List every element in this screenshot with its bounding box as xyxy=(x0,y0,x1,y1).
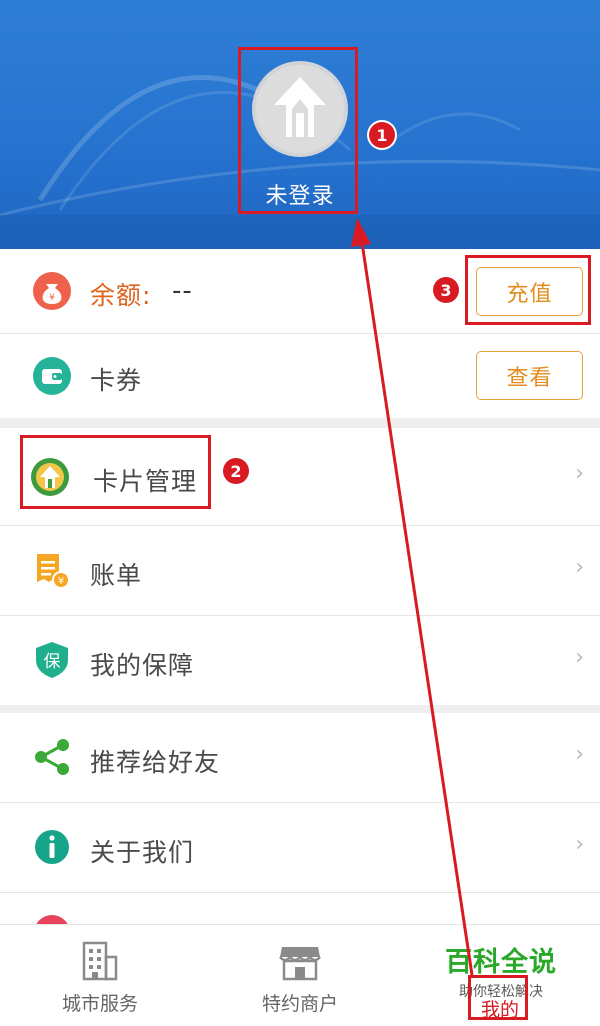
annotation-badge-1: 1 xyxy=(369,122,395,148)
chevron-right-icon: › xyxy=(575,461,584,486)
card-management-row[interactable]: 卡片管理 › xyxy=(0,428,600,525)
building-icon xyxy=(82,941,118,981)
recommend-row[interactable]: 推荐给好友 › xyxy=(0,713,600,802)
chevron-right-icon: › xyxy=(575,832,584,857)
money-bag-icon: ¥ xyxy=(33,272,71,310)
wallet-icon xyxy=(33,357,71,395)
chevron-right-icon: › xyxy=(575,555,584,580)
bank-logo-icon xyxy=(256,65,344,153)
watermark-title: 百科全说 xyxy=(445,947,557,978)
svg-text:保: 保 xyxy=(44,652,61,672)
tab-partner-merchants-label: 特约商户 xyxy=(261,993,338,1015)
tab-city-services-label: 城市服务 xyxy=(61,993,138,1015)
store-icon xyxy=(279,947,321,981)
svg-text:¥: ¥ xyxy=(58,576,64,587)
avatar[interactable] xyxy=(252,61,348,157)
share-icon xyxy=(35,739,69,775)
bill-label: 账单 xyxy=(90,561,143,590)
annotation-badge-3: 3 xyxy=(433,277,459,303)
coupon-label: 卡券 xyxy=(90,366,143,395)
bill-icon: ¥ xyxy=(37,554,70,589)
annotation-badge-2: 2 xyxy=(223,458,249,484)
recommend-label: 推荐给好友 xyxy=(90,748,221,777)
balance-value: -- xyxy=(172,276,193,306)
my-protection-label: 我的保障 xyxy=(90,651,195,680)
tab-partner-merchants[interactable]: 特约商户 xyxy=(200,925,400,1026)
chevron-right-icon: › xyxy=(575,742,584,767)
bill-row[interactable]: ¥ 账单 › xyxy=(0,526,600,615)
coupon-row[interactable]: 卡券 查看 xyxy=(0,334,600,418)
bank-card-icon xyxy=(31,458,69,496)
tab-city-services[interactable]: 城市服务 xyxy=(0,925,200,1026)
partial-row-icon xyxy=(34,915,70,924)
my-protection-row[interactable]: 保 我的保障 › xyxy=(0,616,600,705)
info-icon xyxy=(35,830,69,864)
balance-row: ¥ 余额: -- 充值 xyxy=(0,249,600,333)
watermark-subtitle: 助你轻松解决 xyxy=(459,984,543,1000)
about-us-row[interactable]: 关于我们 › xyxy=(0,803,600,892)
login-status-label[interactable]: 未登录 xyxy=(240,178,360,210)
shield-icon: 保 xyxy=(36,642,68,678)
view-coupon-button[interactable]: 查看 xyxy=(476,351,583,400)
card-management-label: 卡片管理 xyxy=(93,467,198,496)
chevron-right-icon: › xyxy=(575,645,584,670)
balance-label: 余额: xyxy=(90,281,152,310)
profile-header: 未登录 xyxy=(0,0,600,249)
list-item-partial[interactable] xyxy=(0,893,600,924)
recharge-button[interactable]: 充值 xyxy=(476,267,583,316)
about-us-label: 关于我们 xyxy=(90,838,195,867)
svg-text:¥: ¥ xyxy=(49,293,55,303)
watermark: 百科全说 助你轻松解决 xyxy=(436,940,566,1001)
